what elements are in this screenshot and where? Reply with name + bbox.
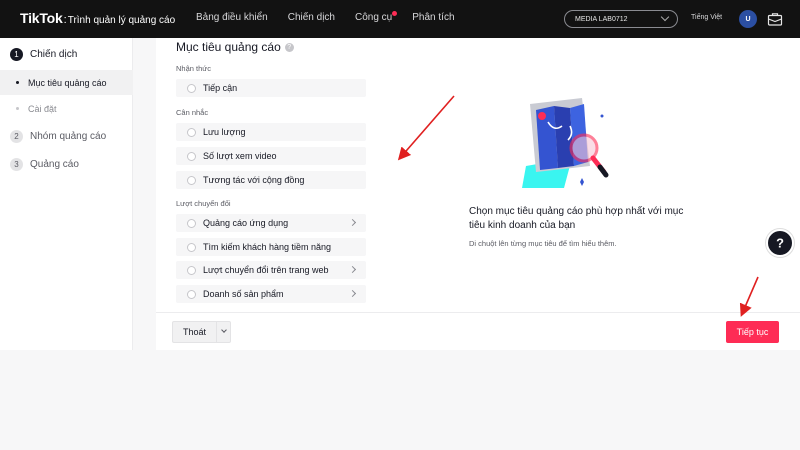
top-navigation-bar: TikTok : Trình quản lý quảng cáo Bảng đi… xyxy=(0,0,800,38)
page-title-text: Mục tiêu quảng cáo xyxy=(176,40,281,54)
step-number: 1 xyxy=(10,48,23,61)
option-label: Tương tác với cộng đồng xyxy=(203,175,305,185)
map-magnifier-illustration xyxy=(522,98,609,188)
chevron-right-icon xyxy=(348,218,357,227)
radio-icon xyxy=(187,242,196,252)
substep-label: Mục tiêu quảng cáo xyxy=(28,77,107,88)
nav-tools-label: Công cụ xyxy=(355,12,393,23)
option-community-interaction[interactable]: Tương tác với cộng đồng xyxy=(176,171,366,189)
step-ad[interactable]: 3 Quảng cáo xyxy=(10,158,79,171)
help-icon[interactable]: ? xyxy=(284,42,294,52)
nav-dashboard[interactable]: Bảng điều khiển xyxy=(196,12,268,23)
objective-card: Mục tiêu quảng cáo ? Nhận thức Tiếp cận … xyxy=(156,38,800,350)
option-label: Số lượt xem video xyxy=(203,151,277,161)
option-video-views[interactable]: Số lượt xem video xyxy=(176,147,366,165)
continue-button[interactable]: Tiếp tục xyxy=(726,321,779,343)
step-label: Chiến dịch xyxy=(30,49,78,60)
option-product-sales[interactable]: Doanh số sản phẩm xyxy=(176,285,366,303)
radio-icon xyxy=(187,218,196,228)
avatar[interactable]: U xyxy=(739,10,757,28)
option-label: Tiếp cận xyxy=(203,83,238,93)
svg-text:?: ? xyxy=(776,235,784,250)
notification-dot xyxy=(392,11,398,16)
radio-icon xyxy=(187,289,196,299)
bullet-icon xyxy=(16,107,19,110)
option-label: Tìm kiếm khách hàng tiềm năng xyxy=(203,242,332,252)
bullet-icon xyxy=(16,81,19,84)
chevron-right-icon xyxy=(348,265,357,274)
main-nav: Bảng điều khiển Chiến dịch Công cụ Phân … xyxy=(196,11,475,23)
option-website-conversions[interactable]: Lượt chuyển đổi trên trang web xyxy=(176,261,366,279)
nav-campaign[interactable]: Chiến dịch xyxy=(288,12,335,23)
step-number: 3 xyxy=(10,158,23,171)
account-selector[interactable]: MEDIA LAB0712 xyxy=(564,10,678,28)
radio-icon xyxy=(187,265,196,275)
option-label: Lưu lượng xyxy=(203,127,246,137)
campaign-steps-sidebar: 1 Chiến dịch Mục tiêu quảng cáo Cài đặt … xyxy=(0,38,133,350)
group-label-consideration: Cân nhắc xyxy=(176,108,209,117)
step-label: Nhóm quảng cáo xyxy=(30,131,107,142)
chevron-down-icon xyxy=(221,327,227,333)
logo-text: TikTok xyxy=(20,10,63,26)
option-label: Doanh số sản phẩm xyxy=(203,289,284,299)
exit-button[interactable]: Thoát xyxy=(172,321,216,343)
nav-analytics[interactable]: Phân tích xyxy=(412,12,454,23)
chevron-right-icon xyxy=(348,289,357,298)
radio-icon xyxy=(187,151,196,161)
promo-subtitle: Di chuột lên từng mục tiêu để tìm hiểu t… xyxy=(469,239,617,248)
promo-title: Chọn mục tiêu quảng cáo phù hợp nhất với… xyxy=(469,206,684,231)
language-selector[interactable]: Tiếng Việt xyxy=(691,14,722,21)
radio-icon xyxy=(187,127,196,137)
substep-label: Cài đặt xyxy=(28,103,57,114)
substep-objective[interactable]: Mục tiêu quảng cáo xyxy=(0,70,133,95)
step-label: Quảng cáo xyxy=(30,159,79,170)
option-lead-generation[interactable]: Tìm kiếm khách hàng tiềm năng xyxy=(176,238,366,256)
product-name: Trình quản lý quảng cáo xyxy=(67,15,176,26)
chevron-down-icon xyxy=(660,12,670,22)
option-app-promotion[interactable]: Quảng cáo ứng dụng xyxy=(176,214,366,232)
account-name: MEDIA LAB0712 xyxy=(575,15,628,23)
radio-icon xyxy=(187,175,196,185)
briefcase-icon[interactable] xyxy=(767,11,783,27)
step-campaign[interactable]: 1 Chiến dịch xyxy=(10,48,77,61)
step-ad-group[interactable]: 2 Nhóm quảng cáo xyxy=(10,130,106,143)
footer-divider xyxy=(156,312,800,313)
exit-dropdown-button[interactable] xyxy=(216,321,231,343)
option-label: Lượt chuyển đổi trên trang web xyxy=(203,265,329,275)
option-reach[interactable]: Tiếp cận xyxy=(176,79,366,97)
group-label-awareness: Nhận thức xyxy=(176,64,212,73)
group-label-conversion: Lượt chuyển đổi xyxy=(176,199,231,208)
tiktok-ads-logo[interactable]: TikTok : Trình quản lý quảng cáo xyxy=(20,10,175,26)
logo-separator: : xyxy=(63,14,67,26)
help-center-icon[interactable]: ? xyxy=(766,229,794,257)
step-number: 2 xyxy=(10,130,23,143)
nav-tools[interactable]: Công cụ xyxy=(355,11,398,23)
substep-settings[interactable]: Cài đặt xyxy=(0,96,133,121)
option-traffic[interactable]: Lưu lượng xyxy=(176,123,366,141)
option-label: Quảng cáo ứng dụng xyxy=(203,218,289,228)
radio-icon xyxy=(187,83,196,93)
page-title: Mục tiêu quảng cáo ? xyxy=(176,40,294,54)
